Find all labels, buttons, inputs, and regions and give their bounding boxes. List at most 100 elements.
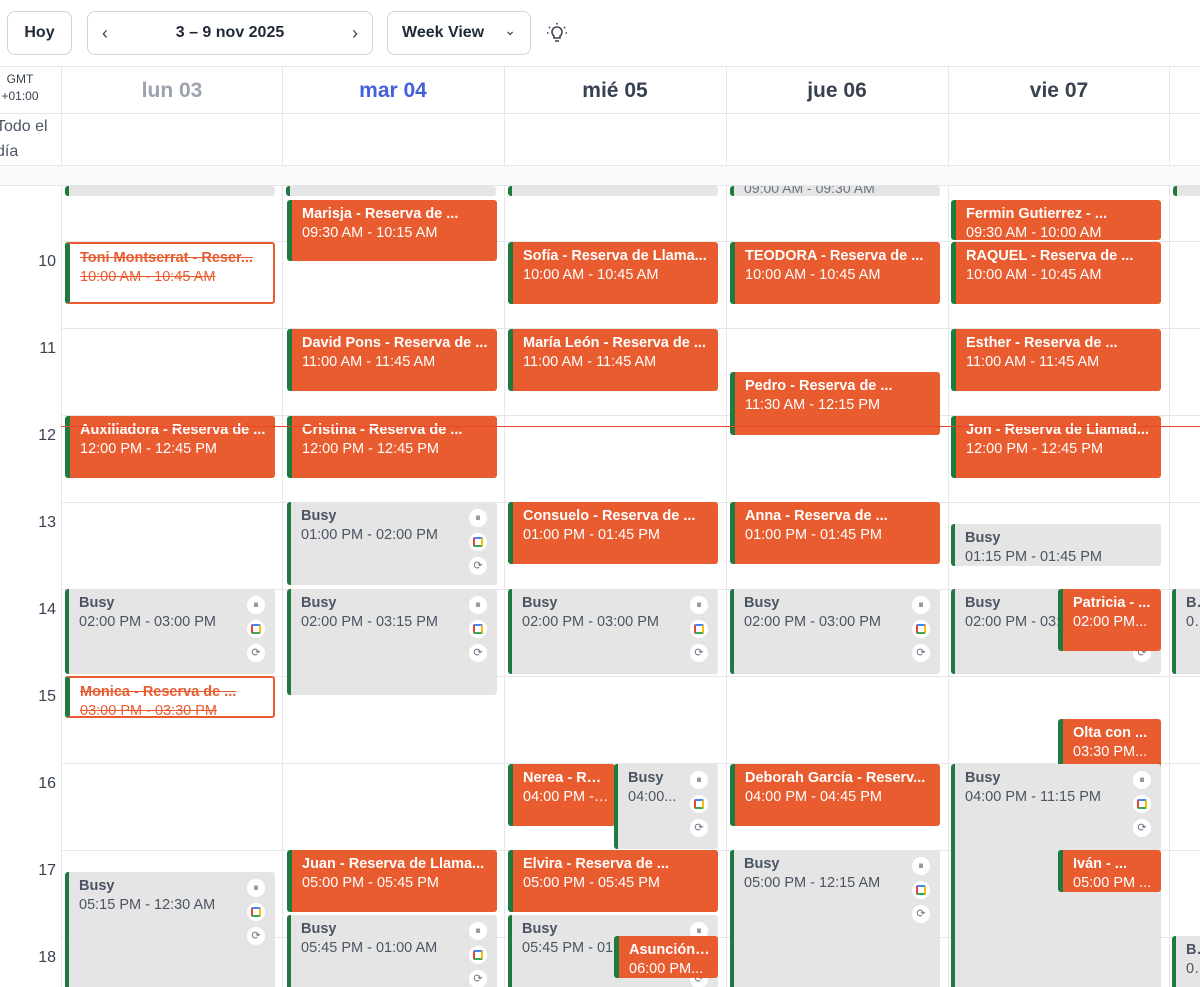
day-header-1[interactable]: lun 03 xyxy=(61,67,282,114)
event-title: Busy xyxy=(301,921,337,937)
pause-icon: ⏸ xyxy=(469,509,487,527)
lightbulb-icon[interactable] xyxy=(545,22,569,46)
column-divider xyxy=(1169,186,1170,987)
booking-event[interactable]: RAQUEL - Reserva de ... 10:00 AM - 10:45 … xyxy=(951,242,1161,304)
event-continuation[interactable] xyxy=(286,186,496,196)
busy-event[interactable]: Busy 01:00 PM - 02:00 PM ⏸ ⟳ xyxy=(287,502,497,585)
event-continuation[interactable] xyxy=(1173,186,1200,196)
timezone-offset: +01:00 xyxy=(1,89,39,103)
booking-event[interactable]: Marisja - Reserva de ... 09:30 AM - 10:15… xyxy=(287,200,497,261)
busy-event[interactable]: Busy 05:00 PM - 12:15 AM ⏸ ⟳ xyxy=(730,850,940,987)
all-day-cell[interactable] xyxy=(504,114,725,165)
event-time: 05:00 PM ... xyxy=(1073,875,1152,891)
busy-event[interactable]: Busy02:00 PM - 03:00 PM⏸⟳ xyxy=(730,589,940,674)
event-icons: ⏸⟳ xyxy=(469,596,487,662)
event-time: 06:00 PM... xyxy=(629,961,704,977)
busy-event[interactable]: Bu 02 xyxy=(1172,589,1200,674)
event-time: 04:00 PM - 04:45 PM xyxy=(745,789,883,805)
all-day-cell[interactable] xyxy=(948,114,1169,165)
booking-event[interactable]: Nerea - Rese... 04:00 PM - 04:... xyxy=(508,764,615,826)
day-header-4[interactable]: jue 06 xyxy=(726,67,947,114)
event-time: 09:30 AM - 10:00 AM xyxy=(966,225,1102,240)
cancelled-booking-event[interactable]: Toni Montserrat - Reser... 10:00 AM - 10:… xyxy=(65,242,275,304)
busy-event[interactable]: Busy 02:00 PM - 03:15 PM ⏸ ⟳ xyxy=(287,589,497,695)
busy-event[interactable]: Bu 06 xyxy=(1172,936,1200,987)
busy-event[interactable]: Busy02:00 PM - 03:00 PM⏸⟳ xyxy=(508,589,718,674)
chevron-right-icon[interactable]: › xyxy=(352,23,358,44)
booking-event[interactable]: Deborah García - Reserv... 04:00 PM - 04:… xyxy=(730,764,940,826)
booking-event[interactable]: Esther - Reserva de ... 11:00 AM - 11:45 … xyxy=(951,329,1161,391)
google-calendar-icon xyxy=(469,533,487,551)
sync-icon: ⟳ xyxy=(912,644,930,662)
hour-label: 12 xyxy=(38,427,56,444)
busy-event[interactable]: Busy 04:00... ⏸ ⟳ xyxy=(614,764,718,849)
hour-label: 13 xyxy=(38,514,56,531)
event-time: 05:15 PM - 12:30 AM xyxy=(79,897,216,913)
event-time: 02:00 PM... xyxy=(1073,614,1148,630)
event-time: 06 xyxy=(1186,961,1200,977)
sync-icon: ⟳ xyxy=(247,927,265,945)
event-continuation[interactable]: 09:00 AM - 09:30 AM xyxy=(730,186,940,196)
event-title: Olta con ... xyxy=(1073,725,1148,741)
day-header-5[interactable]: vie 07 xyxy=(948,67,1169,114)
event-time: 11:00 AM - 11:45 AM xyxy=(966,354,1100,370)
hour-label: 17 xyxy=(38,862,56,879)
google-calendar-icon xyxy=(469,946,487,964)
google-calendar-icon xyxy=(690,620,708,638)
event-time: 12:00 PM - 12:45 PM xyxy=(302,441,440,457)
event-title: Auxiliadora - Reserva de ... xyxy=(80,422,266,438)
booking-event[interactable]: David Pons - Reserva de ... 11:00 AM - 11… xyxy=(287,329,497,391)
day-header-3[interactable]: mié 05 xyxy=(504,67,725,114)
day-header-2[interactable]: mar 04 xyxy=(282,67,503,114)
event-time: 10:00 AM - 10:45 AM xyxy=(966,267,1102,283)
chevron-left-icon[interactable]: ‹ xyxy=(102,23,108,44)
event-continuation[interactable] xyxy=(65,186,275,196)
all-day-cell[interactable] xyxy=(61,114,282,165)
booking-event[interactable]: Olta con ... 03:30 PM... xyxy=(1058,719,1161,769)
google-calendar-icon xyxy=(912,881,930,899)
sync-icon: ⟳ xyxy=(912,905,930,923)
event-time: 03:30 PM... xyxy=(1073,744,1148,760)
column-divider xyxy=(948,186,949,987)
booking-event[interactable]: TEODORA - Reserva de ... 10:00 AM - 10:45… xyxy=(730,242,940,304)
event-time: 12:00 PM - 12:45 PM xyxy=(966,441,1104,457)
today-button[interactable]: Hoy xyxy=(7,11,72,55)
event-time: 02:00 PM - 03:00 PM xyxy=(744,614,882,630)
column-divider xyxy=(282,186,283,987)
event-title: Anna - Reserva de ... xyxy=(745,508,888,524)
pause-icon: ⏸ xyxy=(247,596,265,614)
event-title: Marisja - Reserva de ... xyxy=(302,206,459,222)
event-title: Busy xyxy=(744,595,780,611)
all-day-cell[interactable] xyxy=(282,114,503,165)
cancelled-booking-event[interactable]: Monica - Reserva de ... 03:00 PM - 03:30 … xyxy=(65,676,275,718)
sync-icon: ⟳ xyxy=(469,970,487,987)
event-time: 05:00 PM - 05:45 PM xyxy=(302,875,440,891)
booking-event[interactable]: Consuelo - Reserva de ... 01:00 PM - 01:4… xyxy=(508,502,718,564)
event-icons: ⏸⟳ xyxy=(469,922,487,987)
booking-event[interactable]: Fermin Gutierrez - ... 09:30 AM - 10:00 A… xyxy=(951,200,1161,240)
event-time: 05:45 PM - 01:00 AM xyxy=(301,940,438,956)
pause-icon: ⏸ xyxy=(247,879,265,897)
all-day-cell[interactable] xyxy=(1169,114,1200,165)
busy-event[interactable]: Busy 05:15 PM - 12:30 AM ⏸ ⟳ xyxy=(65,872,275,987)
booking-event[interactable]: Elvira - Reserva de ... 05:00 PM - 05:45 … xyxy=(508,850,718,912)
view-select[interactable]: Week View ⌄ xyxy=(387,11,531,55)
busy-event[interactable]: Busy 01:15 PM - 01:45 PM xyxy=(951,524,1161,566)
booking-event[interactable]: Asunción - ... 06:00 PM... xyxy=(614,936,718,978)
event-continuation[interactable] xyxy=(508,186,718,196)
event-time: 04:00 PM - 11:15 PM xyxy=(965,789,1101,805)
event-title: Sofía - Reserva de Llama... xyxy=(523,248,707,264)
event-time: 11:30 AM - 12:15 PM xyxy=(745,397,881,413)
busy-event[interactable]: Busy02:00 PM - 03:00 PM⏸⟳ xyxy=(65,589,275,674)
booking-event[interactable]: Iván - ... 05:00 PM ... xyxy=(1058,850,1161,892)
pause-icon: ⏸ xyxy=(690,771,708,789)
toolbar: Hoy ‹ 3 – 9 nov 2025 › Week View ⌄ xyxy=(0,0,1200,66)
booking-event[interactable]: Juan - Reserva de Llama... 05:00 PM - 05:… xyxy=(287,850,497,912)
booking-event[interactable]: Patricia - ... 02:00 PM... xyxy=(1058,589,1161,651)
google-calendar-icon xyxy=(1133,795,1151,813)
booking-event[interactable]: María León - Reserva de ... 11:00 AM - 11… xyxy=(508,329,718,391)
busy-event[interactable]: Busy 05:45 PM - 01:00 AM ⏸ ⟳ xyxy=(287,915,497,987)
booking-event[interactable]: Anna - Reserva de ... 01:00 PM - 01:45 PM xyxy=(730,502,940,564)
all-day-cell[interactable] xyxy=(726,114,947,165)
booking-event[interactable]: Sofía - Reserva de Llama... 10:00 AM - 10… xyxy=(508,242,718,304)
